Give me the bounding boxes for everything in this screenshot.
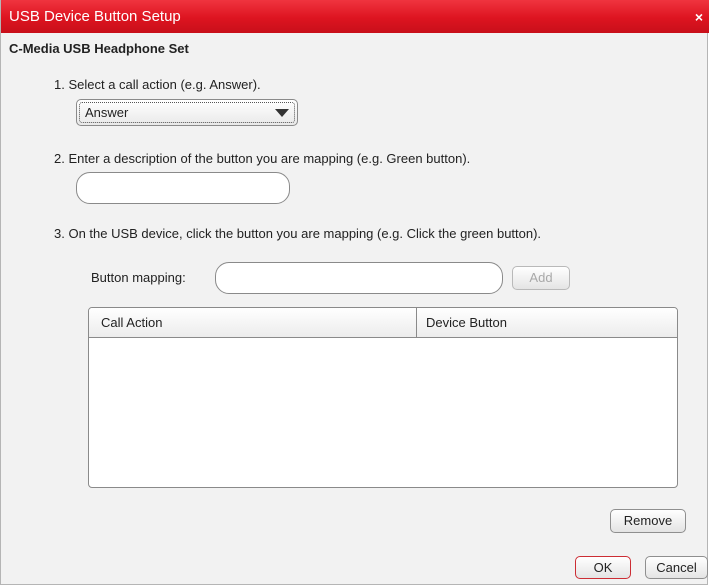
- step-2-instruction: 2. Enter a description of the button you…: [54, 151, 471, 166]
- title-bar[interactable]: USB Device Button Setup ×: [1, 0, 709, 33]
- window-title: USB Device Button Setup: [9, 8, 181, 25]
- device-name-heading: C-Media USB Headphone Set: [9, 41, 189, 56]
- table-header: Call Action Device Button: [89, 308, 677, 338]
- usb-device-button-setup-dialog: USB Device Button Setup × C-Media USB He…: [0, 0, 709, 585]
- column-header-call-action[interactable]: Call Action: [101, 315, 162, 330]
- add-button[interactable]: Add: [512, 266, 570, 290]
- call-action-select[interactable]: Answer: [76, 99, 298, 126]
- column-header-device-button[interactable]: Device Button: [426, 315, 507, 330]
- chevron-down-icon[interactable]: [275, 109, 289, 117]
- ok-button[interactable]: OK: [575, 556, 631, 579]
- table-body[interactable]: [89, 338, 677, 487]
- mappings-table: Call Action Device Button: [88, 307, 678, 488]
- cancel-button[interactable]: Cancel: [645, 556, 708, 579]
- button-mapping-label: Button mapping:: [91, 270, 186, 285]
- step-3-instruction: 3. On the USB device, click the button y…: [54, 226, 542, 241]
- button-mapping-input[interactable]: [215, 262, 503, 294]
- remove-button[interactable]: Remove: [610, 509, 686, 533]
- column-divider[interactable]: [416, 308, 417, 337]
- call-action-selected-value: Answer: [85, 105, 129, 120]
- button-description-input[interactable]: [76, 172, 290, 204]
- step-1-instruction: 1. Select a call action (e.g. Answer).: [54, 77, 261, 92]
- close-icon[interactable]: ×: [695, 9, 703, 25]
